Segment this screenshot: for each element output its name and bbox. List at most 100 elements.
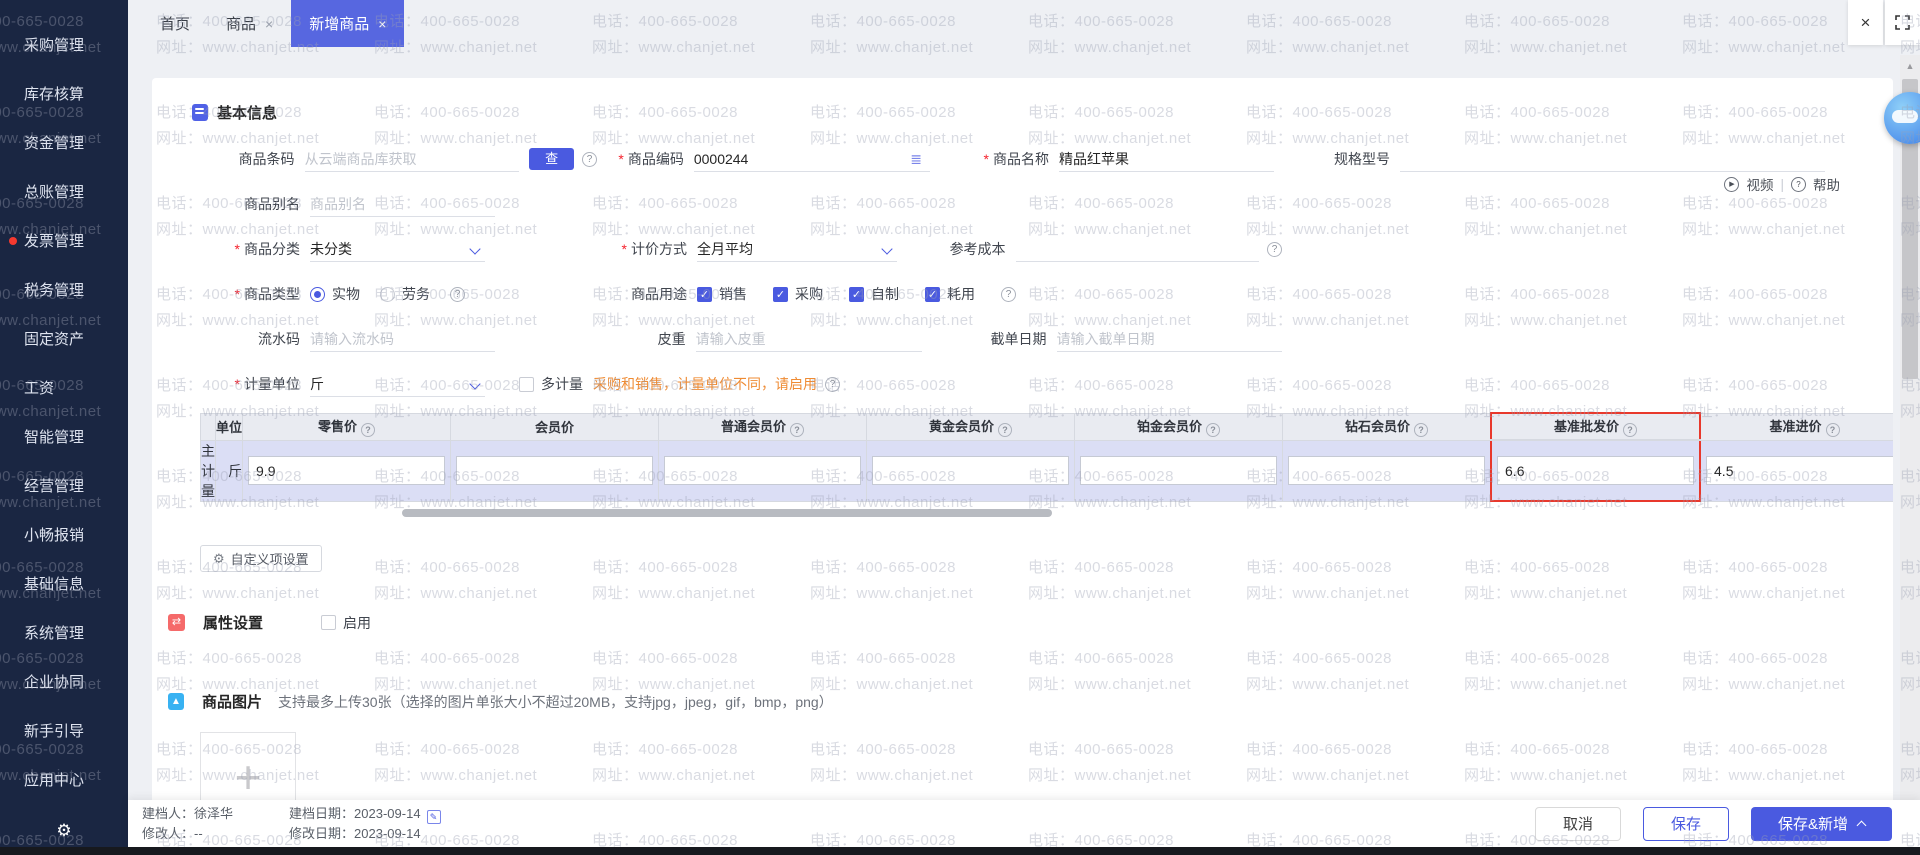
- sidebar-item[interactable]: 系统管理: [0, 608, 128, 657]
- document-icon: [192, 104, 208, 121]
- enable-option[interactable]: 启用: [321, 613, 371, 633]
- column-help-icon[interactable]: ?: [790, 423, 805, 437]
- sidebar-item[interactable]: 固定资产: [0, 314, 128, 363]
- price-input[interactable]: [665, 457, 861, 484]
- column-header: 铂金会员价?: [1074, 412, 1284, 441]
- usage-option[interactable]: ✓ 自制: [849, 284, 899, 304]
- price-cell: 主计量: [200, 439, 216, 502]
- video-link[interactable]: 视频: [1746, 174, 1773, 194]
- plus-icon: +: [234, 751, 262, 803]
- unit-select[interactable]: 斤: [310, 371, 485, 397]
- price-table-body-row: 主计量斤: [200, 439, 1893, 502]
- cancel-button[interactable]: 取消: [1534, 806, 1621, 841]
- tab-close-icon[interactable]: ×: [265, 17, 273, 31]
- tab-list: 首页 商品 × 新增商品 ×: [142, 0, 1920, 47]
- price-cell: [658, 439, 868, 502]
- image-title: 商品图片: [202, 694, 263, 711]
- close-window-icon[interactable]: ×: [1848, 0, 1883, 45]
- sidebar-item[interactable]: 资金管理: [0, 118, 128, 167]
- code-label: * 商品编码: [618, 151, 684, 167]
- tare-input[interactable]: [695, 326, 922, 352]
- name-label: * 商品名称: [983, 151, 1049, 167]
- barcode-query-button[interactable]: 查询: [529, 148, 574, 185]
- swap-arrows-icon: ⇄: [168, 614, 185, 631]
- usage-help-icon[interactable]: ?: [1001, 286, 1016, 302]
- price-cell: [1699, 439, 1893, 502]
- sidebar-item[interactable]: 企业协同: [0, 657, 128, 706]
- image-icon: ▲: [168, 693, 184, 710]
- price-input[interactable]: [1498, 457, 1694, 484]
- sidebar-item[interactable]: 经营管理: [0, 461, 128, 510]
- radio-selected-icon: [310, 286, 325, 302]
- serial-input[interactable]: [310, 326, 495, 352]
- sidebar-item[interactable]: 库存核算: [0, 69, 128, 118]
- barcode-help-icon[interactable]: ?: [582, 151, 597, 167]
- creator-line: 建档人：徐泽华: [142, 805, 234, 821]
- alias-input[interactable]: [310, 191, 495, 217]
- sidebar-item[interactable]: 智能管理: [0, 412, 128, 461]
- tab[interactable]: 新增商品 ×: [291, 0, 405, 47]
- checkbox-icon: ✓: [849, 286, 864, 302]
- product-form-card: 基本信息 ▶ 视频 | ? 帮助 商品条码 查询 ? *商品编码 ≣: [152, 78, 1893, 847]
- sidebar-item[interactable]: 总账管理: [0, 167, 128, 216]
- column-help-icon[interactable]: ?: [1206, 423, 1221, 437]
- scroll-up-icon[interactable]: ▲: [1900, 55, 1920, 71]
- sidebar-item[interactable]: 税务管理: [0, 265, 128, 314]
- checkbox-icon: ✓: [925, 286, 940, 302]
- multiunit-option[interactable]: 多计量: [519, 374, 583, 394]
- fullscreen-icon[interactable]: [1885, 0, 1920, 45]
- usage-option[interactable]: ✓ 销售: [697, 284, 747, 304]
- sidebar-item[interactable]: 新手引导: [0, 706, 128, 755]
- price-input[interactable]: [249, 457, 445, 484]
- spec-input[interactable]: [1400, 146, 1825, 172]
- price-input[interactable]: [1289, 457, 1485, 484]
- name-input[interactable]: [1059, 146, 1274, 172]
- price-input[interactable]: [457, 457, 653, 484]
- column-help-icon[interactable]: ?: [1414, 423, 1429, 437]
- save-button[interactable]: 保存: [1642, 806, 1729, 841]
- price-input[interactable]: [1707, 457, 1893, 484]
- custom-fields-button[interactable]: ⚙ 自定义项设置: [200, 545, 322, 572]
- sidebar-item[interactable]: 小畅报销: [0, 510, 128, 559]
- tab[interactable]: 商品 ×: [208, 0, 291, 47]
- refcost-help-icon[interactable]: ?: [1267, 241, 1282, 257]
- image-section: ▲ 商品图片 支持最多上传30张（选择的图片单张大小不超过20MB，支持jpg，…: [168, 691, 1893, 712]
- multiunit-help-icon[interactable]: ?: [825, 376, 840, 392]
- sidebar-item[interactable]: 应用中心: [0, 755, 128, 804]
- usage-option[interactable]: ✓ 耗用: [925, 284, 975, 304]
- sidebar-item[interactable]: 工资: [0, 363, 128, 412]
- type-help-icon[interactable]: ?: [450, 286, 465, 302]
- category-select[interactable]: 未分类: [310, 236, 485, 262]
- refcost-input[interactable]: [1015, 236, 1259, 262]
- usage-label: 商品用途: [631, 286, 687, 302]
- column-help-icon[interactable]: ?: [361, 423, 376, 437]
- code-input[interactable]: [693, 146, 931, 172]
- edit-date-icon[interactable]: ✎: [426, 809, 441, 824]
- column-help-icon[interactable]: ?: [1623, 423, 1638, 437]
- pricing-select[interactable]: 全月平均: [697, 236, 897, 262]
- settings-gear-icon[interactable]: ⚙: [0, 821, 128, 841]
- sidebar-item[interactable]: 发票管理: [0, 216, 128, 265]
- vertical-scrollbar[interactable]: ▲: [1900, 55, 1920, 847]
- sidebar-item[interactable]: 基础信息: [0, 559, 128, 608]
- barcode-input[interactable]: [304, 146, 520, 172]
- horizontal-scrollbar[interactable]: [402, 509, 1052, 517]
- column-help-icon[interactable]: ?: [1825, 423, 1840, 437]
- code-rule-icon[interactable]: ≣: [910, 151, 922, 168]
- tab[interactable]: 首页: [142, 0, 208, 47]
- type-option-service[interactable]: 劳务: [380, 284, 430, 304]
- column-header: 黄金会员价?: [866, 412, 1076, 441]
- usage-option[interactable]: ✓ 采购: [773, 284, 823, 304]
- tab-bar: 首页 商品 × 新增商品 × ×: [128, 0, 1920, 47]
- tab-close-icon[interactable]: ×: [378, 17, 386, 31]
- play-icon: ▶: [1724, 176, 1740, 192]
- price-input[interactable]: [1081, 457, 1277, 484]
- price-table-wrap: 单位 零售价? 会员价 普通会员价? 黄金会员价? 铂金会员价? 钻石会员价? 基准批发价? 基…: [200, 412, 1893, 517]
- save-and-new-button[interactable]: 保存&新增: [1750, 806, 1892, 841]
- help-link[interactable]: 帮助: [1813, 174, 1840, 194]
- cutoff-date-input[interactable]: [1056, 326, 1282, 352]
- price-input[interactable]: [873, 457, 1069, 484]
- sidebar-item[interactable]: 采购管理: [0, 20, 128, 69]
- type-option-physical[interactable]: 实物: [310, 284, 360, 304]
- column-help-icon[interactable]: ?: [998, 423, 1013, 437]
